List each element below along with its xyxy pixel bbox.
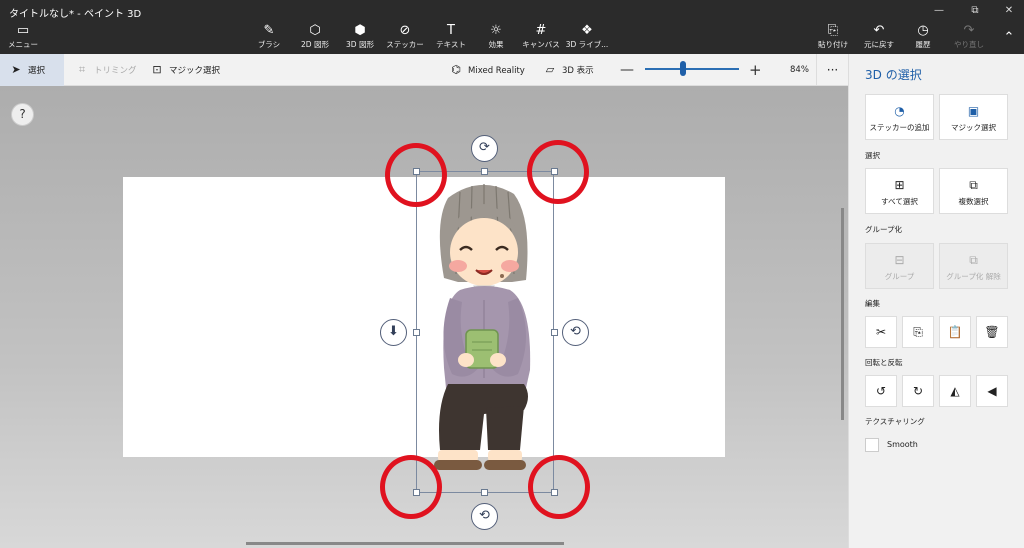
flip-vertical-button[interactable]: ◀ [976,375,1008,407]
zoom-slider-track[interactable] [645,68,739,70]
view-3d-button[interactable]: ▱ 3D 表示 [543,54,594,86]
resize-handle-bottom[interactable] [481,489,488,496]
copy-icon: ⎘ [913,325,923,339]
horizontal-scrollbar[interactable] [246,542,564,545]
menu-button[interactable]: ▭ メニュー [0,22,46,54]
magic-select-label: マジック選択 [169,66,221,76]
collapse-toolbar-button[interactable]: ⌃ [994,22,1024,54]
view-3d-label: 3D 表示 [562,66,594,76]
view-3d-icon: ▱ [545,63,555,76]
rotate-right-icon: ↻ [912,384,924,398]
magic-select-icon: ▣ [967,104,980,118]
tool-3d-library-label: 3D ライブ... [565,40,609,49]
resize-handle-left[interactable] [413,329,420,336]
rotate-z-control[interactable]: ⟳ [471,135,498,162]
selection-box[interactable] [416,171,554,493]
mixed-reality-button[interactable]: ⌬ Mixed Reality [449,54,525,86]
z-position-control[interactable]: ⬇ [380,319,407,346]
tool-3d-library[interactable]: ❖ 3D ライブ... [560,22,614,54]
menu-icon: ▭ [16,23,30,38]
select-tool-button[interactable]: ➤ 選択 [0,54,64,86]
smooth-label: Smooth [887,440,918,449]
scissors-icon: ✂ [875,325,887,339]
mixed-reality-icon: ⌬ [451,63,461,76]
zoom-slider-thumb[interactable] [679,61,686,76]
add-sticker-label: ステッカーの追加 [869,123,930,132]
smooth-checkbox[interactable] [865,438,879,452]
chevron-up-icon: ⌃ [1003,30,1015,45]
group-button[interactable]: ⊟ グループ [865,243,934,289]
add-sticker-button[interactable]: ◔ ステッカーの追加 [865,94,934,140]
group-icon: ⊟ [894,253,905,267]
panel-title: 3D の選択 [865,68,922,82]
select-all-label: すべて選択 [881,197,918,206]
flip-horizontal-icon: ◭ [950,384,960,398]
select-all-button[interactable]: ⊞ すべて選択 [865,168,934,214]
crop-icon: ⌗ [78,63,86,76]
trim-button[interactable]: ⌗ トリミング [75,54,137,86]
magic-select-button[interactable]: ⊡ マジック選択 [150,54,220,86]
zoom-in-button[interactable]: + [749,54,762,86]
properties-panel: 3D の選択 ◔ ステッカーの追加 ▣ マジック選択 選択 ⊞ すべて選択 ⧉ … [848,54,1024,548]
title-bar: タイトルなし* - ペイント 3D — ⧉ ✕ [0,0,1024,22]
select-all-icon: ⊞ [894,178,905,192]
rotate-right-button[interactable]: ↻ [902,375,934,407]
multi-select-icon: ⧉ [969,178,978,192]
library-icon: ❖ [581,23,593,38]
window-title: タイトルなし* - ペイント 3D [9,9,142,20]
rotate-y-control[interactable]: ⟲ [562,319,589,346]
flip-vertical-icon: ◀ [987,384,997,398]
flip-horizontal-button[interactable]: ◭ [939,375,971,407]
copy-button[interactable]: ⎘ [902,316,934,348]
highlight-ring-top-left [385,143,447,207]
more-options-button[interactable]: ··· [816,54,848,86]
paint3d-window: タイトルなし* - ペイント 3D — ⧉ ✕ ▭ メニュー ✎ ブラシ ⬡ 2… [0,0,1024,548]
panel-paste-button[interactable]: 📋 [939,316,971,348]
redo-icon: ↷ [963,23,975,38]
highlight-ring-top-right [527,140,589,204]
zoom-value: 84% [790,65,809,75]
menu-label: メニュー [8,40,38,49]
group-label: グループ [884,272,915,281]
rotate-x-control[interactable]: ⟲ [471,503,498,530]
trash-icon: 🗑 [984,325,1000,339]
ungroup-button[interactable]: ⧉ グループ化 解除 [939,243,1008,289]
sticker-icon: ◔ [894,104,905,118]
minimize-button[interactable]: — [922,0,956,22]
ungroup-label: グループ化 解除 [946,272,1001,281]
vertical-scrollbar[interactable] [841,208,844,420]
multi-select-button[interactable]: ⧉ 複数選択 [939,168,1008,214]
select-tool-label: 選択 [28,66,46,76]
rotate-left-icon: ↺ [875,384,887,398]
cursor-icon: ➤ [11,63,21,76]
highlight-ring-bottom-right [528,455,590,519]
rotate-flip-section-label: 回転と反転 [865,358,903,367]
mixed-reality-label: Mixed Reality [468,66,525,76]
paste-icon: 📋 [947,325,963,339]
main-toolbar: ▭ メニュー ✎ ブラシ ⬡ 2D 図形 ⬢ 3D 図形 ⊘ ステッカー T テ… [0,22,1024,54]
redo-label: やり直し [954,40,984,49]
redo-button[interactable]: ↷ やり直し [942,22,996,54]
close-button[interactable]: ✕ [992,0,1024,22]
trim-label: トリミング [94,66,137,76]
multi-select-label: 複数選択 [958,197,989,206]
delete-button[interactable]: 🗑 [976,316,1008,348]
rotate-left-button[interactable]: ↺ [865,375,897,407]
resize-handle-right[interactable] [551,329,558,336]
texturing-section-label: テクスチャリング [865,417,925,426]
sub-toolbar: ➤ 選択 ⌗ トリミング ⊡ マジック選択 ⌬ Mixed Reality ▱ 3D 表示… [0,54,848,86]
select-section-label: 選択 [865,151,880,160]
group-section-label: グループ化 [865,225,903,234]
cut-button[interactable]: ✂ [865,316,897,348]
ungroup-icon: ⧉ [969,253,978,267]
zoom-out-button[interactable]: — [620,54,634,86]
help-button[interactable]: ? [11,103,34,126]
edit-section-label: 編集 [865,299,880,308]
highlight-ring-bottom-left [380,455,442,519]
magic-select-icon: ⊡ [152,63,162,76]
panel-magic-select-button[interactable]: ▣ マジック選択 [939,94,1008,140]
resize-handle-top[interactable] [481,168,488,175]
maximize-button[interactable]: ⧉ [958,0,992,22]
panel-magic-select-label: マジック選択 [951,123,996,132]
